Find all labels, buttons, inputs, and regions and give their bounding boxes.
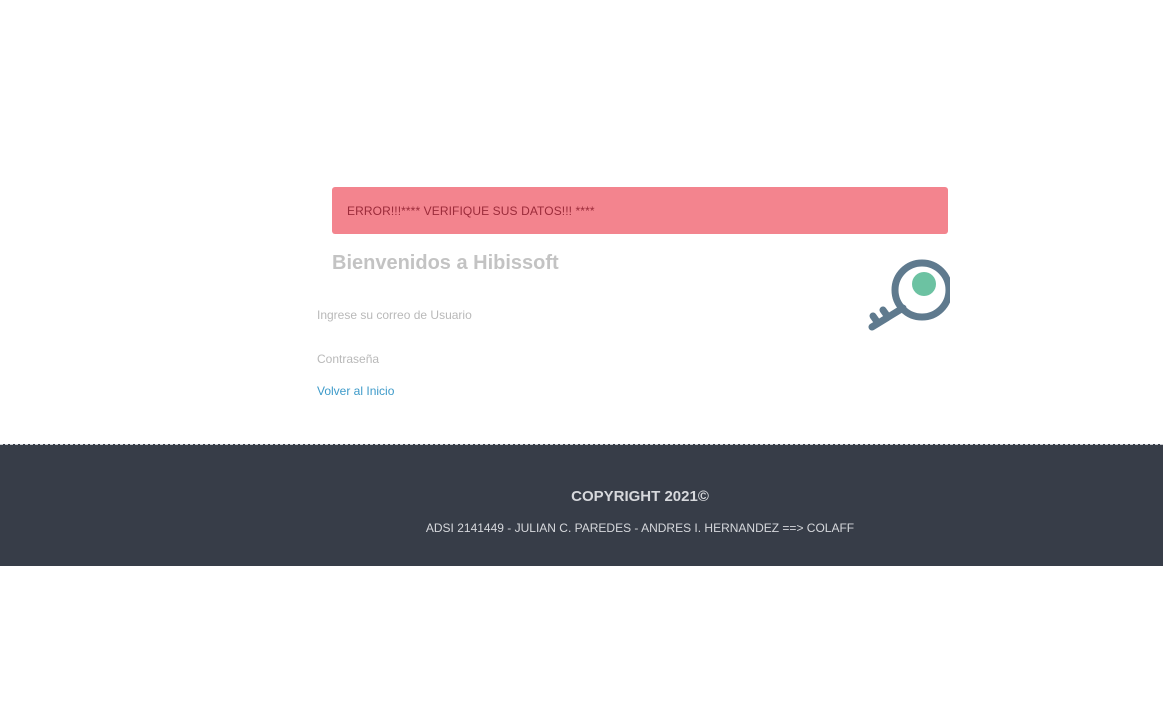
password-label: Contraseña bbox=[317, 352, 380, 366]
footer-credits: ADSI 2141449 - JULIAN C. PAREDES - ANDRE… bbox=[425, 521, 855, 535]
footer: COPYRIGHT 2021© ADSI 2141449 - JULIAN C.… bbox=[0, 444, 1163, 566]
error-alert: ERROR!!!**** VERIFIQUE SUS DATOS!!! **** bbox=[332, 187, 948, 234]
email-label: Ingrese su correo de Usuario bbox=[317, 308, 472, 322]
back-to-home-link[interactable]: Volver al Inicio bbox=[317, 384, 394, 398]
login-page: ERROR!!!**** VERIFIQUE SUS DATOS!!! ****… bbox=[0, 0, 1163, 717]
error-alert-message: ERROR!!!**** VERIFIQUE SUS DATOS!!! **** bbox=[347, 203, 595, 218]
footer-copyright: COPYRIGHT 2021© bbox=[571, 488, 709, 505]
key-icon bbox=[868, 259, 950, 331]
page-title: Bienvenidos a Hibissoft bbox=[332, 252, 559, 274]
